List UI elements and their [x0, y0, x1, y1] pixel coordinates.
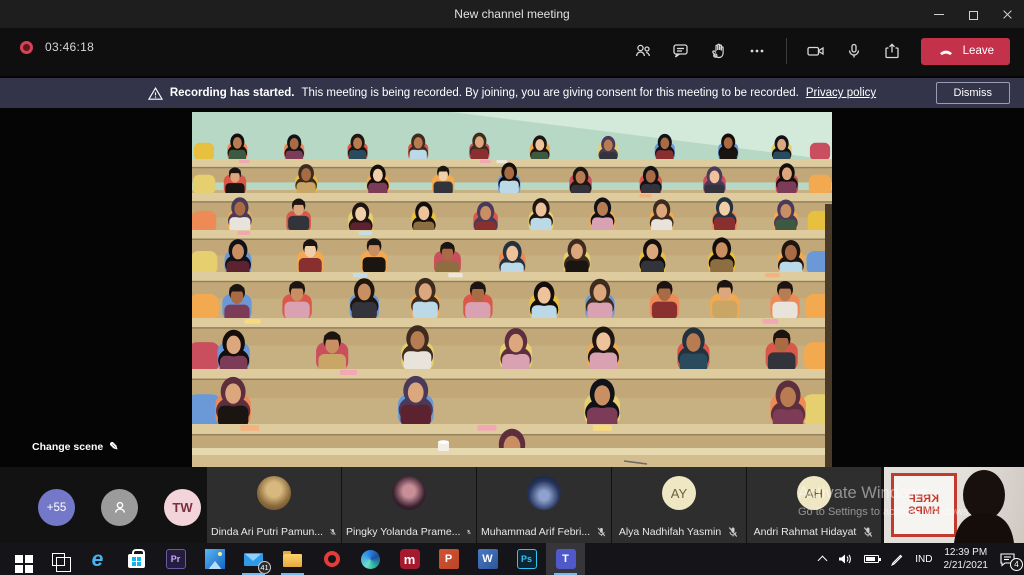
meeting-timer: 03:46:18 [45, 40, 94, 54]
toolbar-divider [786, 38, 787, 64]
mic-muted-icon [727, 526, 739, 538]
taskbar-file-explorer-icon[interactable] [273, 543, 312, 575]
participants-icon [633, 41, 653, 61]
participant-filmstrip: +55 TW Dinda Ari Putri Pamun... Pingky Y… [0, 467, 1024, 543]
leave-button[interactable]: Leave [921, 38, 1010, 65]
clock-date: 2/21/2021 [944, 559, 989, 572]
notification-count-badge: 4 [1010, 558, 1023, 571]
avatar [257, 476, 291, 510]
participant-tile[interactable]: Dinda Ari Putri Pamun... [207, 467, 341, 543]
avatar [392, 476, 426, 510]
change-scene-label: Change scene [32, 441, 103, 453]
pen-icon[interactable] [890, 552, 904, 566]
recording-indicator-icon [20, 41, 33, 54]
clock-time: 12:39 PM [944, 546, 989, 559]
person-icon [110, 498, 130, 518]
raise-hand-button[interactable] [704, 36, 734, 66]
change-scene-button[interactable]: Change scene ✎ [32, 440, 118, 453]
meeting-toolbar: 03:46:18 [0, 28, 1024, 76]
taskbar-photos-icon[interactable] [195, 543, 234, 575]
action-center-button[interactable]: 4 [999, 552, 1016, 567]
overflow-participants-bubble[interactable]: +55 [38, 489, 75, 526]
avatar [527, 476, 561, 510]
mic-muted-icon [862, 526, 874, 538]
initials-avatar-bubble[interactable]: TW [164, 489, 201, 526]
windows-taskbar: e Pr 41 mPWPsT IND 12:39 PM 2/21/2021 4 [0, 543, 1024, 575]
poster-text: KREF HMPS [898, 493, 950, 517]
close-icon [1002, 9, 1013, 20]
participant-tile[interactable]: AH Andri Rahmat Hidayat [747, 467, 881, 543]
taskbar-photoshop-icon[interactable]: Ps [507, 543, 546, 575]
close-button[interactable] [990, 0, 1024, 28]
taskbar-opera-icon[interactable] [312, 543, 351, 575]
participant-name: Alya Nadhifah Yasmin [619, 526, 721, 538]
guest-avatar-bubble[interactable] [101, 489, 138, 526]
taskbar-teams-icon[interactable]: T [546, 543, 585, 575]
maximize-button[interactable] [956, 0, 990, 28]
self-video-tile[interactable]: KREF HMPS [884, 467, 1024, 543]
unread-count-badge: 41 [258, 561, 271, 574]
taskbar-start-icon[interactable] [0, 543, 39, 575]
taskbar-word-icon[interactable]: W [468, 543, 507, 575]
warning-icon [148, 86, 163, 101]
taskbar-mendeley-icon[interactable]: m [390, 543, 429, 575]
taskbar-apps: e Pr 41 mPWPsT [0, 543, 585, 575]
title-bar: New channel meeting [0, 0, 1024, 28]
taskbar-premiere-icon[interactable]: Pr [156, 543, 195, 575]
chat-icon [671, 41, 691, 61]
banner-title: Recording has started. [170, 87, 295, 99]
participant-name: Pingky Yolanda Prame... [346, 526, 460, 538]
pencil-icon: ✎ [109, 440, 118, 453]
share-icon [882, 41, 902, 61]
teams-meeting-window: New channel meeting 03:46:18 [0, 0, 1024, 575]
more-options-button[interactable] [742, 36, 772, 66]
mic-muted-icon [596, 526, 607, 538]
window-title: New channel meeting [0, 0, 1024, 28]
language-indicator[interactable]: IND [915, 554, 932, 565]
taskbar-store-icon[interactable] [117, 543, 156, 575]
taskbar-task-view-icon[interactable] [39, 543, 78, 575]
participant-name: Andri Rahmat Hidayat [754, 526, 857, 538]
battery-icon[interactable] [864, 555, 879, 563]
minimize-icon [934, 14, 944, 15]
taskbar-mail-icon[interactable]: 41 [234, 543, 273, 575]
participant-name: Muhammad Arif Febri... [481, 526, 590, 538]
mic-muted-icon [466, 526, 472, 538]
mic-muted-icon [329, 526, 337, 538]
more-options-icon [747, 41, 767, 61]
minimize-button[interactable] [922, 0, 956, 28]
participant-tile[interactable]: Muhammad Arif Febri... [477, 467, 611, 543]
taskbar-powerpoint-icon[interactable]: P [429, 543, 468, 575]
avatar-initials: AH [797, 476, 831, 510]
mic-icon [844, 41, 864, 61]
taskbar-edge-icon[interactable] [351, 543, 390, 575]
tray-chevron-icon[interactable] [818, 556, 828, 566]
leave-label: Leave [963, 45, 994, 57]
meeting-stage: Change scene ✎ [0, 108, 1024, 467]
camera-toggle-button[interactable] [801, 36, 831, 66]
camera-icon [805, 41, 827, 61]
taskbar-internet-explorer-icon[interactable]: e [78, 543, 117, 575]
restore-icon [969, 11, 978, 20]
dismiss-button[interactable]: Dismiss [936, 82, 1011, 104]
together-mode-scene [192, 112, 832, 467]
volume-icon[interactable] [837, 552, 853, 566]
system-tray: IND 12:39 PM 2/21/2021 4 [819, 543, 1024, 575]
raise-hand-icon [709, 41, 729, 61]
participant-tile[interactable]: Pingky Yolanda Prame... [342, 467, 476, 543]
avatar-initials: AY [662, 476, 696, 510]
banner-message: This meeting is being recorded. By joini… [301, 87, 798, 99]
show-participants-button[interactable] [628, 36, 658, 66]
self-video-person [944, 469, 1018, 543]
privacy-policy-link[interactable]: Privacy policy [806, 87, 876, 99]
share-screen-button[interactable] [877, 36, 907, 66]
participant-tile[interactable]: AY Alya Nadhifah Yasmin [612, 467, 746, 543]
chat-button[interactable] [666, 36, 696, 66]
mic-toggle-button[interactable] [839, 36, 869, 66]
hang-up-icon [937, 45, 955, 57]
taskbar-clock[interactable]: 12:39 PM 2/21/2021 [944, 546, 989, 572]
recording-banner: Recording has started. This meeting is b… [0, 78, 1024, 108]
participant-name: Dinda Ari Putri Pamun... [211, 526, 323, 538]
